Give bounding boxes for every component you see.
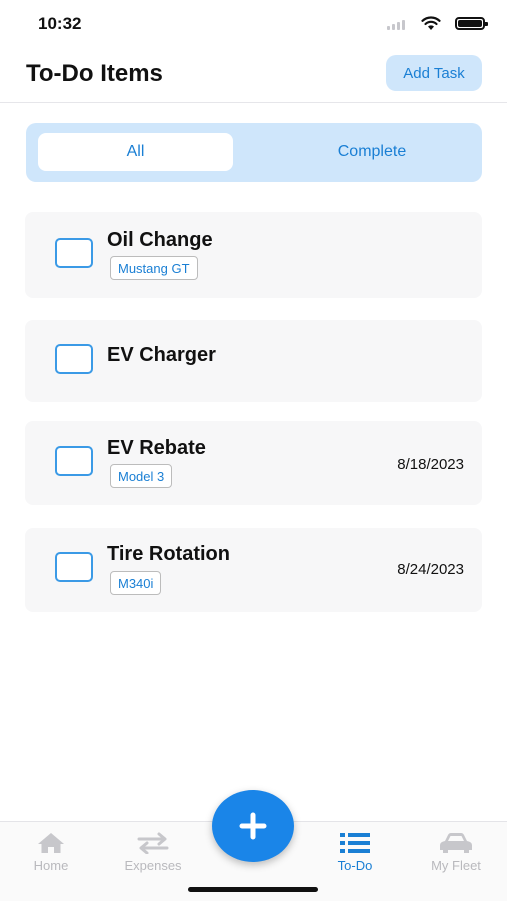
todo-title: EV Charger <box>107 344 216 366</box>
vehicle-tag: Mustang GT <box>110 256 198 280</box>
todo-checkbox[interactable] <box>55 552 93 582</box>
house-icon <box>38 833 64 853</box>
vehicle-tag: Model 3 <box>110 464 173 488</box>
battery-icon <box>455 17 488 30</box>
tab-label: Expenses <box>124 858 182 873</box>
todo-item[interactable]: Oil Change Mustang GT <box>25 212 482 298</box>
todo-title: Tire Rotation <box>107 543 230 565</box>
cellular-signal-icon <box>387 20 405 30</box>
arrows-exchange-icon <box>137 832 169 854</box>
todo-item[interactable]: EV Charger <box>25 320 482 402</box>
status-time: 10:32 <box>38 14 82 33</box>
todo-title: Oil Change <box>107 229 213 251</box>
tab-home[interactable]: Home <box>1 832 101 873</box>
due-date: 8/24/2023 <box>397 561 464 578</box>
segment-all[interactable]: All <box>38 133 233 171</box>
home-indicator <box>188 887 318 892</box>
plus-icon <box>239 812 267 840</box>
filter-segmented-control: All Complete <box>26 123 482 182</box>
tab-label: To-Do <box>337 858 373 873</box>
todo-checkbox[interactable] <box>55 238 93 268</box>
nav-header: To-Do Items Add Task <box>0 48 507 103</box>
todo-checkbox[interactable] <box>55 344 93 374</box>
tab-label: Home <box>33 858 69 873</box>
vehicle-tag: M340i <box>110 571 162 595</box>
wifi-icon <box>421 16 441 30</box>
tab-expenses[interactable]: Expenses <box>103 832 203 873</box>
list-icon <box>340 833 370 853</box>
tab-my-fleet[interactable]: My Fleet <box>406 832 506 873</box>
todo-checkbox[interactable] <box>55 446 93 476</box>
todo-item[interactable]: EV Rebate Model 3 8/18/2023 <box>25 421 482 505</box>
todo-item[interactable]: Tire Rotation M340i 8/24/2023 <box>25 528 482 612</box>
status-bar: 10:32 <box>0 0 507 48</box>
due-date: 8/18/2023 <box>397 456 464 473</box>
tab-label: My Fleet <box>431 858 481 873</box>
page-title: To-Do Items <box>26 60 163 87</box>
segment-complete[interactable]: Complete <box>274 133 470 171</box>
add-fab-button[interactable] <box>212 790 294 862</box>
car-icon <box>440 833 472 853</box>
tab-todo[interactable]: To-Do <box>305 832 405 873</box>
add-task-button[interactable]: Add Task <box>386 55 482 91</box>
todo-title: EV Rebate <box>107 437 206 459</box>
